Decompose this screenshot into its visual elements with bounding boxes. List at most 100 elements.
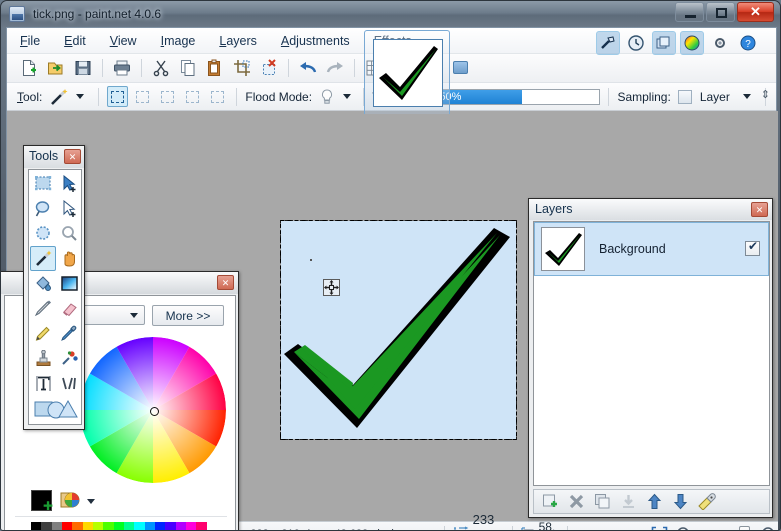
- units-value[interactable]: px: [575, 527, 588, 530]
- flood-mode-arrow-icon[interactable]: [343, 94, 352, 99]
- menu-file[interactable]: File: [17, 32, 43, 50]
- menu-edit[interactable]: Edit: [61, 32, 89, 50]
- magic-wand-tool[interactable]: [30, 246, 56, 271]
- palette-swatch[interactable]: [154, 522, 166, 530]
- palette-swatch[interactable]: [41, 522, 52, 530]
- document-tab[interactable]: [364, 30, 468, 114]
- zoom-in-icon[interactable]: [761, 526, 778, 530]
- print-icon[interactable]: [110, 56, 134, 80]
- selection-mode-exclude[interactable]: [157, 86, 178, 107]
- palette-swatch[interactable]: [82, 522, 93, 530]
- layers-window-icon[interactable]: [652, 31, 676, 55]
- color-wheel-marker[interactable]: [150, 407, 159, 416]
- paintbrush-tool[interactable]: [30, 296, 56, 321]
- history-window-icon[interactable]: [624, 31, 648, 55]
- sampling-layer-icon[interactable]: [677, 89, 692, 104]
- options-overflow-icon[interactable]: ⇕: [761, 88, 770, 101]
- palette-swatch[interactable]: [72, 522, 83, 530]
- close-button[interactable]: ✕: [737, 2, 774, 22]
- document-tab-close-button[interactable]: [453, 61, 468, 74]
- rectangle-select-tool[interactable]: [30, 171, 56, 196]
- save-icon[interactable]: [71, 56, 95, 80]
- selection-mode-union[interactable]: [132, 86, 153, 107]
- menu-image[interactable]: Image: [158, 32, 199, 50]
- tool-dropdown-arrow-icon[interactable]: [76, 94, 85, 99]
- move-layer-up-icon[interactable]: [644, 492, 664, 512]
- open-icon[interactable]: [44, 56, 68, 80]
- pan-tool[interactable]: [56, 246, 82, 271]
- zoom-out-icon[interactable]: [676, 526, 693, 530]
- palette-swatch[interactable]: [185, 522, 197, 530]
- tools-window-icon[interactable]: [596, 31, 620, 55]
- magic-wand-icon[interactable]: [49, 88, 69, 106]
- image-canvas[interactable]: [280, 220, 517, 440]
- tools-close-button[interactable]: ✕: [64, 149, 81, 164]
- shapes-tool[interactable]: [30, 396, 82, 421]
- color-picker-tool[interactable]: [56, 321, 82, 346]
- flood-mode-bulb-icon[interactable]: [319, 88, 335, 106]
- zoom-slider-thumb[interactable]: [739, 525, 751, 530]
- palette-swatch[interactable]: [51, 522, 62, 530]
- text-tool[interactable]: [30, 371, 56, 396]
- layer-visibility-checkbox[interactable]: [745, 239, 760, 256]
- layer-row-background[interactable]: Background: [534, 222, 769, 276]
- palette-chevron-down-icon[interactable]: [87, 499, 95, 504]
- help-icon[interactable]: ?: [736, 31, 760, 55]
- add-new-layer-icon[interactable]: [540, 492, 560, 512]
- more-button[interactable]: More >>: [152, 305, 224, 326]
- palette-swatch[interactable]: [92, 522, 104, 530]
- paste-icon[interactable]: [203, 56, 227, 80]
- palette-swatch[interactable]: [31, 522, 42, 530]
- add-color-icon[interactable]: ✚: [43, 500, 53, 512]
- sampling-arrow-icon[interactable]: [742, 94, 751, 99]
- palette-swatch[interactable]: [61, 522, 73, 530]
- minimize-button[interactable]: [675, 2, 704, 22]
- palette-swatches[interactable]: [31, 522, 217, 530]
- cut-icon[interactable]: [149, 56, 173, 80]
- colors-window-icon[interactable]: [680, 31, 704, 55]
- tools-palette-title[interactable]: Tools ✕: [24, 146, 84, 168]
- layer-properties-icon[interactable]: [696, 492, 716, 512]
- undo-icon[interactable]: [296, 56, 320, 80]
- lasso-select-tool[interactable]: [30, 196, 56, 221]
- gradient-tool[interactable]: [56, 271, 82, 296]
- duplicate-layer-icon[interactable]: [592, 492, 612, 512]
- tolerance-slider[interactable]: 50%: [434, 88, 601, 105]
- layers-close-button[interactable]: ✕: [751, 202, 768, 217]
- move-layer-down-icon[interactable]: [670, 492, 690, 512]
- move-selection-tool[interactable]: [56, 196, 82, 221]
- settings-icon[interactable]: [708, 31, 732, 55]
- zoom-tool[interactable]: [56, 221, 82, 246]
- selection-mode-xor[interactable]: [182, 86, 203, 107]
- line-curve-tool[interactable]: [56, 371, 82, 396]
- palette-icon[interactable]: [60, 490, 80, 510]
- crop-to-selection-icon[interactable]: [230, 56, 254, 80]
- maximize-button[interactable]: [706, 2, 735, 22]
- layers-list[interactable]: Background: [533, 221, 770, 486]
- deselect-all-icon[interactable]: [257, 56, 281, 80]
- zoom-to-window-icon[interactable]: [651, 526, 668, 530]
- delete-layer-icon[interactable]: [566, 492, 586, 512]
- palette-swatch[interactable]: [144, 522, 155, 530]
- menu-adjustments[interactable]: Adjustments: [278, 32, 353, 50]
- palette-swatch[interactable]: [175, 522, 186, 530]
- paint-bucket-tool[interactable]: [30, 271, 56, 296]
- selection-mode-intersect[interactable]: [207, 86, 228, 107]
- selection-mode-replace[interactable]: [107, 86, 129, 107]
- palette-swatch[interactable]: [103, 522, 114, 530]
- palette-swatch[interactable]: [113, 522, 124, 530]
- colors-close-button[interactable]: ✕: [217, 275, 234, 290]
- palette-swatch[interactable]: [196, 522, 207, 530]
- move-selected-tool[interactable]: [56, 171, 82, 196]
- menu-layers[interactable]: Layers: [216, 32, 260, 50]
- palette-swatch[interactable]: [206, 522, 217, 530]
- zoom-slider[interactable]: [701, 525, 753, 530]
- redo-icon[interactable]: [323, 56, 347, 80]
- eraser-tool[interactable]: [56, 296, 82, 321]
- new-icon[interactable]: [17, 56, 41, 80]
- menu-view[interactable]: View: [107, 32, 140, 50]
- merge-layer-down-icon[interactable]: [618, 492, 638, 512]
- ellipse-select-tool[interactable]: [30, 221, 56, 246]
- palette-swatch[interactable]: [123, 522, 135, 530]
- palette-row-light[interactable]: [31, 522, 217, 530]
